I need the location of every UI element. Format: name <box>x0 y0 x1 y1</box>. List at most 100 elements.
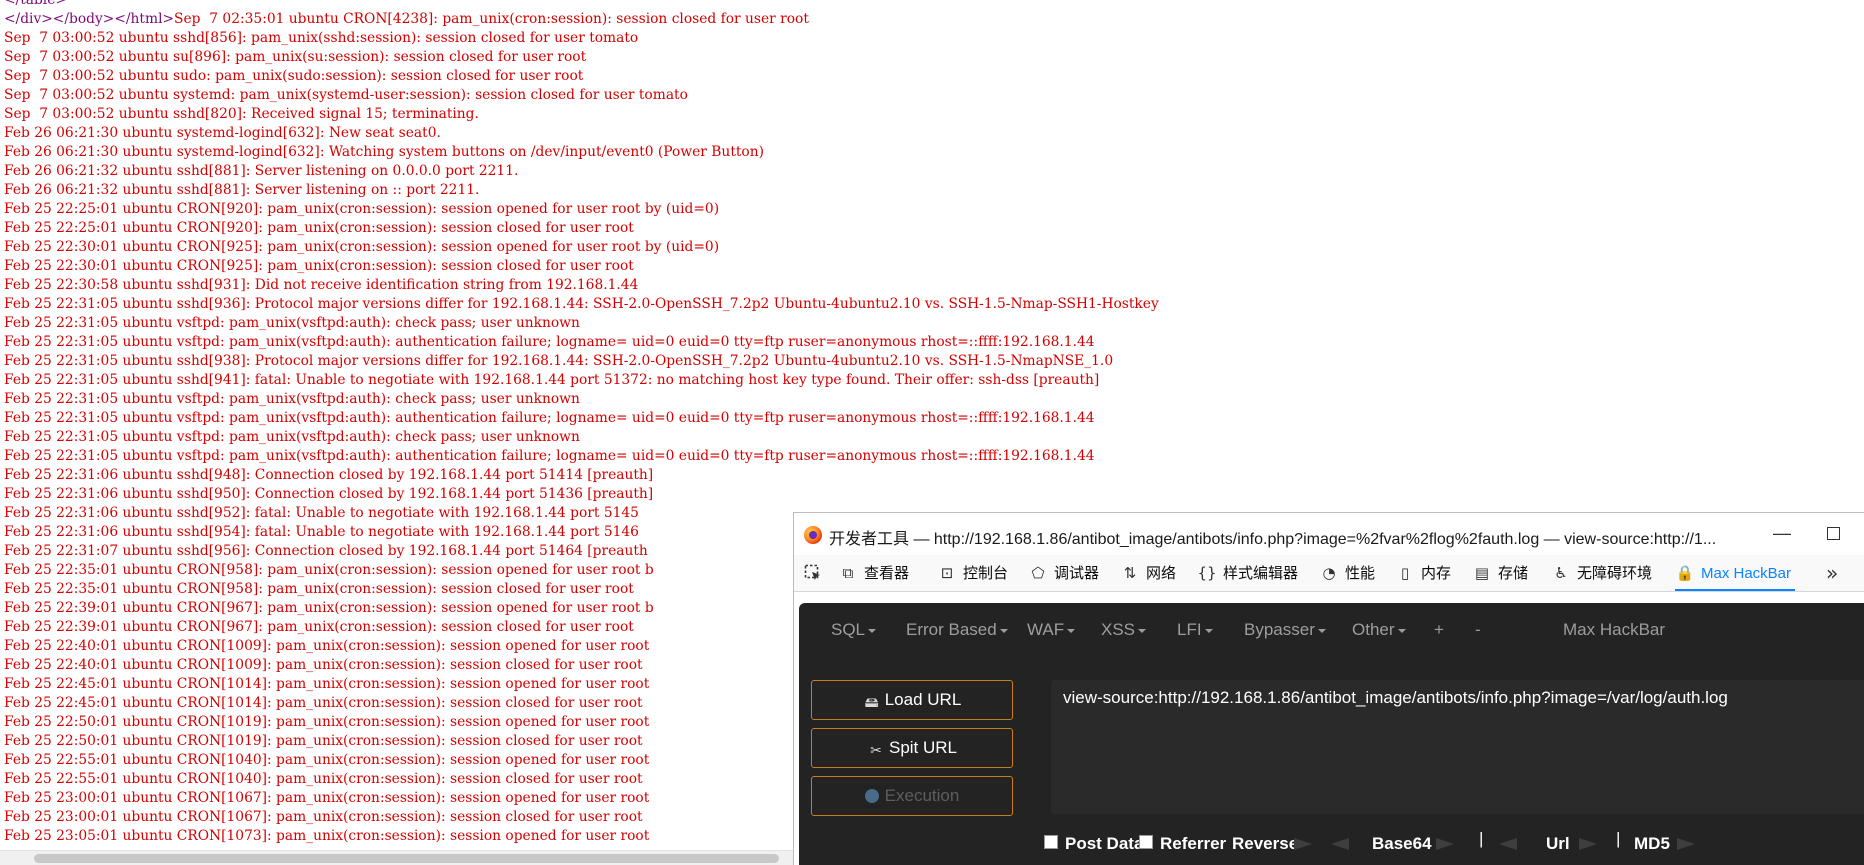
html-tag-text: </table> <box>4 0 67 8</box>
tab-accessibility[interactable]: ♿ 无障碍环境 <box>1551 555 1652 591</box>
menu-waf[interactable]: WAF <box>1027 620 1076 640</box>
log-line: Sep 7 03:00:52 ubuntu su[896]: pam_unix(… <box>4 48 1864 67</box>
active-tab-indicator <box>1675 589 1796 591</box>
split-url-button[interactable]: ✂ Spit URL <box>811 728 1013 768</box>
menu-remove[interactable]: - <box>1475 620 1481 640</box>
tabs-overflow-icon[interactable]: » <box>1826 555 1838 591</box>
arrow-left-icon[interactable] <box>1499 838 1517 850</box>
tab-memory[interactable]: ▯ 内存 <box>1395 555 1451 591</box>
hackbar-panel: SQL Error Based WAF XSS LFI Bypasser Oth… <box>799 603 1864 865</box>
tab-inspector[interactable]: ⧉ 查看器 <box>838 555 909 591</box>
chevron-down-icon <box>1067 628 1076 633</box>
url-textarea[interactable]: view-source:http://192.168.1.86/antibot_… <box>1051 680 1864 814</box>
log-text: Feb 25 22:50:01 ubuntu CRON[1019]: pam_u… <box>4 714 650 730</box>
load-url-icon: 🖴 <box>864 695 879 711</box>
hackbar-lock-icon: 🔒 <box>1675 564 1695 582</box>
arrow-right-icon[interactable] <box>1579 838 1597 850</box>
log-line: Feb 25 22:31:05 ubuntu vsftpd: pam_unix(… <box>4 428 1864 447</box>
window-title: 开发者工具 — http://192.168.1.86/antibot_imag… <box>829 531 1717 548</box>
play-icon <box>864 789 879 803</box>
tab-debugger[interactable]: ⬠ 调试器 <box>1028 555 1099 591</box>
log-line: Feb 25 22:31:05 ubuntu sshd[936]: Protoc… <box>4 295 1864 314</box>
menu-label: Bypasser <box>1244 620 1315 639</box>
chevron-down-icon <box>999 628 1008 633</box>
element-picker-icon[interactable] <box>804 564 822 582</box>
log-text: Feb 25 22:35:01 ubuntu CRON[958]: pam_un… <box>4 562 654 578</box>
menu-bypasser[interactable]: Bypasser <box>1244 620 1326 640</box>
scrollbar-thumb[interactable] <box>34 854 779 863</box>
log-text: Feb 25 23:00:01 ubuntu CRON[1067]: pam_u… <box>4 809 643 825</box>
log-text: Feb 25 22:31:06 ubuntu sshd[950]: Connec… <box>4 486 654 502</box>
load-url-button[interactable]: 🖴 Load URL <box>811 680 1013 720</box>
separator: | <box>1616 829 1621 848</box>
separator: | <box>1479 829 1484 848</box>
md5-button[interactable]: MD5 <box>1634 829 1670 859</box>
window-titlebar[interactable]: 开发者工具 — http://192.168.1.86/antibot_imag… <box>794 513 1864 555</box>
browser-viewport: </table> </div></body></html>Sep 7 02:35:… <box>0 0 1864 865</box>
menu-xss[interactable]: XSS <box>1101 620 1147 640</box>
arrow-right-icon[interactable] <box>1677 838 1695 850</box>
log-line: Feb 25 22:31:05 ubuntu vsftpd: pam_unix(… <box>4 314 1864 333</box>
arrow-left-icon[interactable] <box>1331 838 1349 850</box>
horizontal-scrollbar[interactable] <box>0 850 793 865</box>
menu-other[interactable]: Other <box>1352 620 1406 640</box>
log-text: Feb 25 23:00:01 ubuntu CRON[1067]: pam_u… <box>4 790 650 806</box>
memory-icon: ▯ <box>1400 564 1410 582</box>
firefox-logo-icon <box>804 526 822 544</box>
console-icon: ⊡ <box>940 564 954 582</box>
log-line: Feb 25 22:31:05 ubuntu vsftpd: pam_unix(… <box>4 390 1864 409</box>
tab-label: 控制台 <box>963 565 1009 582</box>
log-text: Feb 25 22:35:01 ubuntu CRON[958]: pam_un… <box>4 581 634 597</box>
checkbox-icon[interactable] <box>1044 835 1058 849</box>
tab-label: 调试器 <box>1054 565 1100 582</box>
menu-label: WAF <box>1027 620 1065 639</box>
tab-max-hackbar[interactable]: 🔒 Max HackBar <box>1675 555 1796 591</box>
inspector-icon: ⧉ <box>842 564 854 582</box>
log-text: Feb 25 22:31:05 ubuntu sshd[941]: fatal:… <box>4 372 1100 388</box>
log-text: Feb 25 22:31:05 ubuntu vsftpd: pam_unix(… <box>4 334 1095 350</box>
menu-add[interactable]: + <box>1434 620 1444 640</box>
maximize-button[interactable] <box>1827 527 1840 540</box>
tab-label: 样式编辑器 <box>1223 565 1299 582</box>
minimize-button[interactable]: — <box>1770 521 1794 545</box>
url-value[interactable]: view-source:http://192.168.1.86/antibot_… <box>1063 688 1728 708</box>
chevron-down-icon <box>1204 628 1213 633</box>
log-text: Feb 25 22:39:01 ubuntu CRON[967]: pam_un… <box>4 619 634 635</box>
log-line: Sep 7 03:00:52 ubuntu sshd[820]: Receive… <box>4 105 1864 124</box>
button-label: Load URL <box>884 690 962 709</box>
execution-button[interactable]: Execution <box>811 776 1013 816</box>
storage-icon: ▤ <box>1474 564 1490 582</box>
tab-storage[interactable]: ▤ 存储 <box>1472 555 1528 591</box>
tab-style-editor[interactable]: {} 样式编辑器 <box>1197 555 1298 591</box>
post-data-checkbox[interactable]: Post Data <box>1044 829 1143 859</box>
arrow-right-icon[interactable] <box>1436 838 1454 850</box>
base64-button[interactable]: Base64 <box>1372 829 1432 859</box>
menu-error-based[interactable]: Error Based <box>906 620 1008 640</box>
tab-console[interactable]: ⊡ 控制台 <box>937 555 1008 591</box>
checkbox-icon[interactable] <box>1139 835 1153 849</box>
log-line: Feb 25 22:31:06 ubuntu sshd[948]: Connec… <box>4 466 1864 485</box>
menu-label: SQL <box>831 620 866 639</box>
network-icon: ⇅ <box>1123 564 1137 582</box>
menu-lfi[interactable]: LFI <box>1177 620 1213 640</box>
tab-label: Max HackBar <box>1701 565 1792 582</box>
log-line: </div></body></html>Sep 7 02:35:01 ubunt… <box>4 10 1864 29</box>
url-encode-button[interactable]: Url <box>1546 829 1570 859</box>
log-line: Sep 7 03:00:52 ubuntu systemd: pam_unix(… <box>4 86 1864 105</box>
log-text: Feb 25 22:31:06 ubuntu sshd[952]: fatal:… <box>4 505 639 521</box>
tab-network[interactable]: ⇅ 网络 <box>1120 555 1176 591</box>
log-text: Feb 26 06:21:32 ubuntu sshd[881]: Server… <box>4 182 480 198</box>
tab-performance[interactable]: ◔ 性能 <box>1319 555 1375 591</box>
reverse-button[interactable]: Reverse <box>1232 829 1298 859</box>
log-text: Feb 25 22:31:05 ubuntu vsftpd: pam_unix(… <box>4 315 580 331</box>
tab-label: 性能 <box>1345 565 1376 582</box>
arrow-right-icon[interactable] <box>1294 838 1312 850</box>
log-text: Feb 25 22:30:01 ubuntu CRON[925]: pam_un… <box>4 258 634 274</box>
menu-sql[interactable]: SQL <box>831 620 877 640</box>
referrer-checkbox[interactable]: Referrer <box>1139 829 1226 859</box>
log-line: Feb 25 22:25:01 ubuntu CRON[920]: pam_un… <box>4 219 1864 238</box>
log-text: Feb 25 22:31:05 ubuntu sshd[938]: Protoc… <box>4 353 1114 369</box>
menu-label: LFI <box>1177 620 1202 639</box>
button-label: Execution <box>884 786 960 805</box>
log-line: Feb 25 22:31:05 ubuntu vsftpd: pam_unix(… <box>4 333 1864 352</box>
